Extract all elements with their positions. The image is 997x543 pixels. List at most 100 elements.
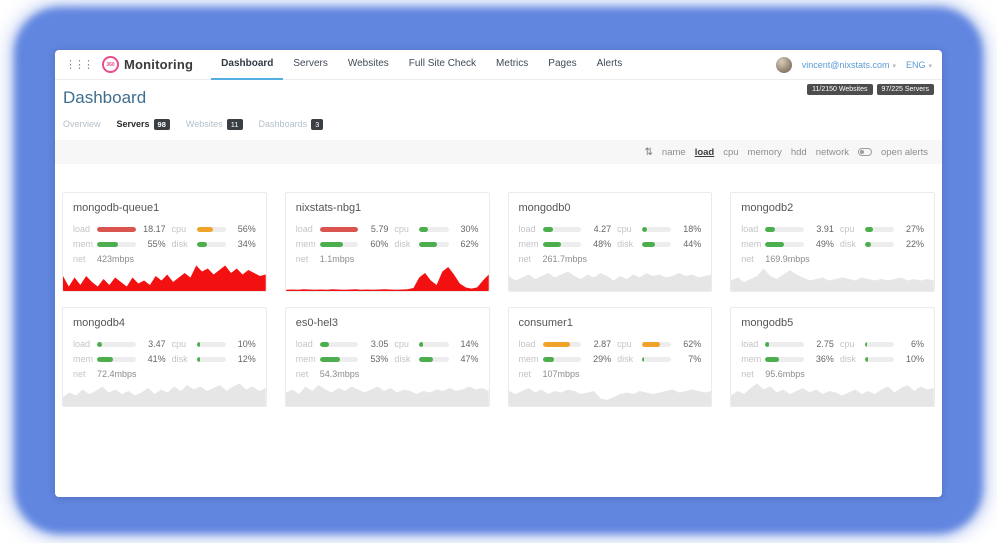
disk-bar-fill — [197, 357, 200, 362]
metric-label-cpu: cpu — [172, 339, 197, 349]
metric-label-load: load — [73, 224, 97, 234]
load-value: 4.27 — [581, 224, 617, 234]
server-card[interactable]: mongodb4load3.47cpu10%mem41%disk12%net72… — [62, 307, 267, 407]
load-sparkline-chart — [286, 376, 489, 406]
cpu-value: 30% — [449, 224, 479, 234]
tab-count-badge: 3 — [311, 119, 323, 130]
cpu-value: 18% — [671, 224, 701, 234]
metric-row: load3.47cpu10% — [73, 338, 256, 350]
nav-item-alerts[interactable]: Alerts — [587, 50, 633, 80]
sort-option-hdd[interactable]: hdd — [791, 147, 807, 158]
nav-item-pages[interactable]: Pages — [538, 50, 586, 80]
load-bar-track — [765, 227, 804, 232]
metric-row: mem41%disk12% — [73, 353, 256, 365]
server-card[interactable]: es0-hel3load3.05cpu14%mem53%disk47%net54… — [285, 307, 490, 407]
tab-label: Servers — [117, 119, 150, 129]
tab-dashboards[interactable]: Dashboards3 — [259, 119, 324, 130]
load-bar-fill — [320, 227, 359, 232]
metric-label-disk: disk — [172, 354, 197, 364]
mem-bar-track — [97, 242, 136, 247]
metric-load: load5.79 — [296, 224, 395, 234]
server-card[interactable]: mongodb5load2.75cpu6%mem36%disk10%net95.… — [730, 307, 935, 407]
metric-label-mem: mem — [73, 239, 97, 249]
disk-value: 22% — [894, 239, 924, 249]
logo-360-icon: 360 — [102, 56, 119, 73]
user-avatar[interactable] — [776, 57, 792, 73]
server-card[interactable]: mongodb0load4.27cpu18%mem48%disk44%net26… — [508, 192, 713, 292]
load-sparkline-chart — [63, 376, 266, 406]
disk-bar-fill — [419, 242, 437, 247]
server-card[interactable]: nixstats-nbg1load5.79cpu30%mem60%disk62%… — [285, 192, 490, 292]
tab-websites[interactable]: Websites11 — [186, 119, 243, 130]
mem-value: 60% — [358, 239, 394, 249]
nav-item-dashboard[interactable]: Dashboard — [211, 50, 283, 80]
metric-cpu: cpu6% — [840, 339, 924, 349]
nav-menu: DashboardServersWebsitesFull Site CheckM… — [211, 50, 632, 80]
load-bar-track — [320, 227, 359, 232]
metric-mem: mem48% — [519, 239, 618, 249]
metric-load: load2.75 — [741, 339, 840, 349]
metric-cpu: cpu62% — [617, 339, 701, 349]
metric-disk: disk22% — [840, 239, 924, 249]
metric-label-mem: mem — [519, 354, 543, 364]
sort-option-name[interactable]: name — [662, 147, 686, 158]
sort-option-memory[interactable]: memory — [748, 147, 782, 158]
cpu-bar-fill — [865, 342, 867, 347]
server-name: nixstats-nbg1 — [296, 202, 479, 214]
load-bar-fill — [320, 342, 330, 347]
metric-label-disk: disk — [394, 354, 419, 364]
metric-row: load5.79cpu30% — [296, 223, 479, 235]
server-name: mongodb4 — [73, 317, 256, 329]
sort-option-cpu[interactable]: cpu — [723, 147, 738, 158]
brand-logo[interactable]: 360 Monitoring — [102, 56, 193, 73]
metric-load: load3.05 — [296, 339, 395, 349]
sort-options: name loadcpu memory hdd network — [662, 147, 849, 158]
metric-load: load 18.17 — [73, 224, 172, 234]
mem-value: 55% — [136, 239, 172, 249]
mem-bar-track — [543, 357, 582, 362]
load-sparkline-chart — [731, 261, 934, 291]
load-sparkline-chart — [63, 261, 266, 291]
app-launcher-icon[interactable]: ⋮⋮⋮ — [65, 60, 92, 70]
nav-item-servers[interactable]: Servers — [283, 50, 337, 80]
cpu-bar-fill — [642, 227, 647, 232]
server-card[interactable]: mongodb2load3.91cpu27%mem49%disk22%net16… — [730, 192, 935, 292]
disk-bar-track — [865, 357, 894, 362]
metric-label-load: load — [741, 224, 765, 234]
metric-load: load4.27 — [519, 224, 618, 234]
tab-overview[interactable]: Overview — [63, 119, 101, 129]
mem-bar-fill — [97, 357, 113, 362]
open-alerts-toggle-icon[interactable] — [858, 148, 872, 156]
server-name: mongodb0 — [519, 202, 702, 214]
sort-option-load[interactable]: load — [695, 147, 715, 158]
disk-value: 7% — [671, 354, 701, 364]
tab-servers[interactable]: Servers98 — [117, 119, 170, 130]
page-title: Dashboard — [63, 88, 934, 108]
load-bar-fill — [765, 227, 775, 232]
metric-load: load2.87 — [519, 339, 618, 349]
metric-label-mem: mem — [296, 354, 320, 364]
user-email-dropdown[interactable]: vincent@nixstats.com — [802, 60, 896, 70]
metric-mem: mem36% — [741, 354, 840, 364]
server-card[interactable]: consumer1load2.87cpu62%mem29%disk7%net10… — [508, 307, 713, 407]
load-bar-fill — [543, 227, 553, 232]
disk-bar-track — [642, 357, 671, 362]
account-usage-badges: 11/2150 Websites 97/225 Servers — [807, 84, 934, 95]
metric-label-cpu: cpu — [840, 339, 865, 349]
metric-label-cpu: cpu — [840, 224, 865, 234]
metric-row: load3.91cpu27% — [741, 223, 924, 235]
metric-load: load3.47 — [73, 339, 172, 349]
server-card[interactable]: mongodb-queue1load18.17cpu56%mem55%disk3… — [62, 192, 267, 292]
sort-option-network[interactable]: network — [816, 147, 849, 158]
open-alerts-label[interactable]: open alerts — [881, 147, 928, 158]
nav-item-websites[interactable]: Websites — [338, 50, 399, 80]
load-value: 18.17 — [136, 224, 172, 234]
nav-item-metrics[interactable]: Metrics — [486, 50, 538, 80]
load-value: 3.05 — [358, 339, 394, 349]
metric-label-mem: mem — [741, 239, 765, 249]
metric-cpu: cpu14% — [394, 339, 478, 349]
nav-item-full-site-check[interactable]: Full Site Check — [399, 50, 486, 80]
metric-label-load: load — [741, 339, 765, 349]
metric-mem: mem49% — [741, 239, 840, 249]
language-dropdown[interactable]: ENG — [906, 60, 932, 70]
